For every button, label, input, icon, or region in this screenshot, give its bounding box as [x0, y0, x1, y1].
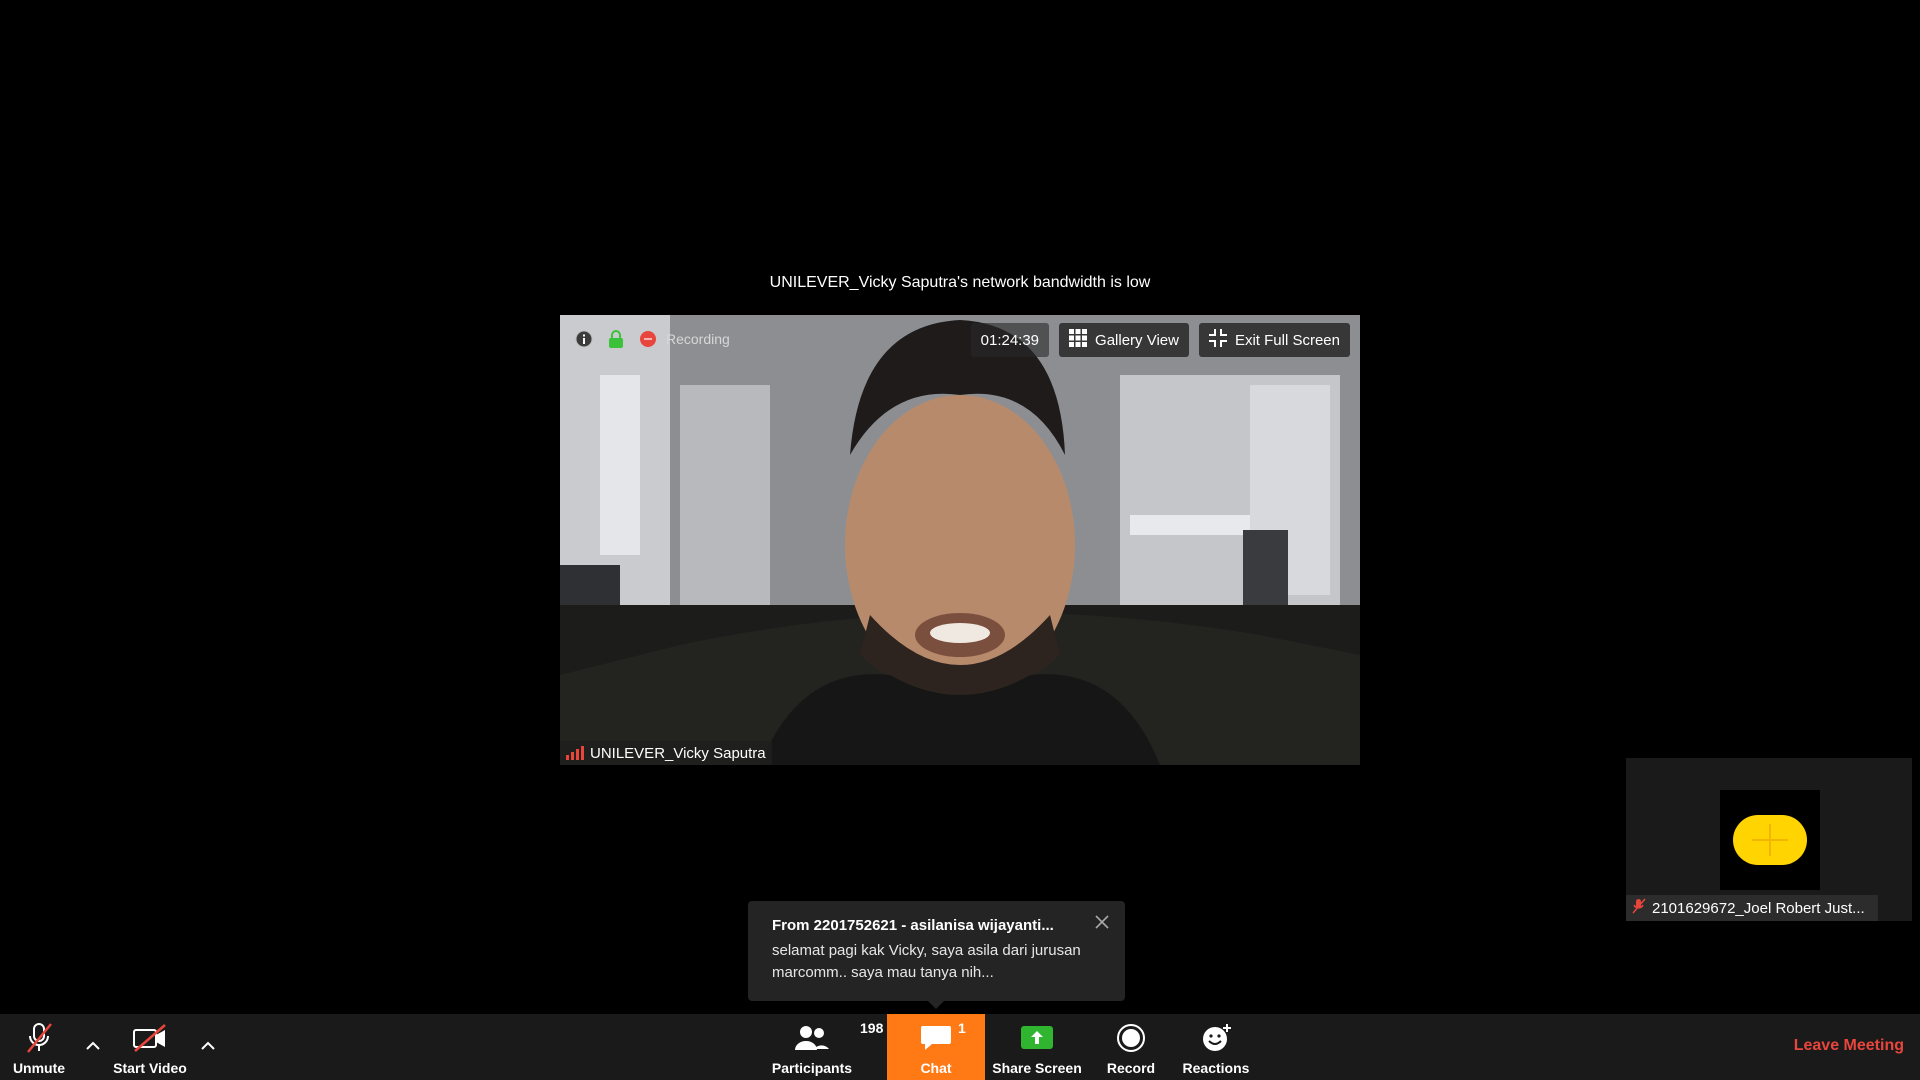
active-speaker-video: Recording 01:24:39 Gallery View Exit Ful… [560, 315, 1360, 765]
chat-notification[interactable]: From 2201752621 - asilanisa wijayanti...… [748, 901, 1125, 1009]
chat-notification-sender: From 2201752621 - asilanisa wijayanti... [772, 917, 1054, 934]
recording-label: Recording [666, 331, 730, 347]
start-video-label: Start Video [113, 1060, 187, 1076]
audio-options-caret-icon[interactable] [82, 1034, 104, 1056]
share-screen-icon [1020, 1020, 1054, 1056]
chat-icon: 1 [920, 1020, 966, 1056]
share-screen-button[interactable]: Share Screen [992, 1014, 1082, 1080]
bandwidth-notice: UNILEVER_Vicky Saputra's network bandwid… [769, 274, 1151, 291]
video-off-icon [132, 1020, 168, 1056]
meeting-status-indicators: Recording [574, 329, 730, 349]
speaker-name: UNILEVER_Vicky Saputra [590, 744, 766, 762]
speaker-video-frame [560, 315, 1360, 765]
video-top-controls: 01:24:39 Gallery View Exit Full Screen [970, 323, 1350, 357]
video-options-caret-icon[interactable] [197, 1034, 219, 1056]
start-video-button[interactable]: Start Video [110, 1014, 190, 1080]
self-name: 2101629672_Joel Robert Just... [1652, 899, 1865, 917]
participants-label: Participants [771, 1060, 853, 1076]
record-icon [1116, 1020, 1146, 1056]
participants-icon: 198 [794, 1020, 883, 1056]
reactions-label: Reactions [1182, 1060, 1250, 1076]
exit-fullscreen-label: Exit Full Screen [1234, 331, 1340, 349]
grid-icon [1069, 329, 1088, 351]
leave-meeting-button[interactable]: Leave Meeting [1794, 1037, 1904, 1055]
gallery-view-button[interactable]: Gallery View [1059, 323, 1189, 357]
participants-button[interactable]: 198 Participants [768, 1014, 883, 1080]
unmute-label: Unmute [12, 1060, 66, 1076]
close-icon[interactable] [1093, 913, 1111, 931]
speaker-name-tag: UNILEVER_Vicky Saputra [560, 741, 772, 765]
encryption-lock-icon[interactable] [606, 329, 626, 349]
muted-mic-icon [1632, 898, 1646, 918]
reactions-smiley-icon [1200, 1020, 1232, 1056]
self-name-tag: 2101629672_Joel Robert Just... [1626, 895, 1878, 921]
meeting-toolbar: Unmute Start Video 198 Participants 1 Ch… [0, 1014, 1920, 1080]
unmute-button[interactable]: Unmute [8, 1014, 70, 1080]
chat-button[interactable]: 1 Chat [887, 1014, 985, 1080]
muted-mic-icon [24, 1020, 54, 1056]
participants-count: 198 [860, 1020, 884, 1036]
exit-fullscreen-button[interactable]: Exit Full Screen [1198, 323, 1350, 357]
avatar-image [1733, 815, 1807, 865]
low-signal-icon [566, 746, 584, 760]
gallery-view-label: Gallery View [1095, 331, 1179, 349]
reactions-button[interactable]: Reactions [1180, 1014, 1252, 1080]
chat-notification-message: selamat pagi kak Vicky, saya asila dari … [772, 942, 1081, 981]
record-label: Record [1106, 1060, 1156, 1076]
record-button[interactable]: Record [1098, 1014, 1164, 1080]
self-view-tile[interactable]: 2101629672_Joel Robert Just... [1626, 758, 1912, 921]
avatar [1720, 790, 1820, 890]
exit-fullscreen-icon [1208, 329, 1227, 351]
share-screen-label: Share Screen [992, 1060, 1082, 1076]
recording-icon [638, 329, 658, 349]
meeting-info-icon[interactable] [574, 329, 594, 349]
chat-unread-count: 1 [958, 1020, 966, 1036]
meeting-timer: 01:24:39 [970, 323, 1050, 357]
chat-label: Chat [920, 1060, 952, 1076]
